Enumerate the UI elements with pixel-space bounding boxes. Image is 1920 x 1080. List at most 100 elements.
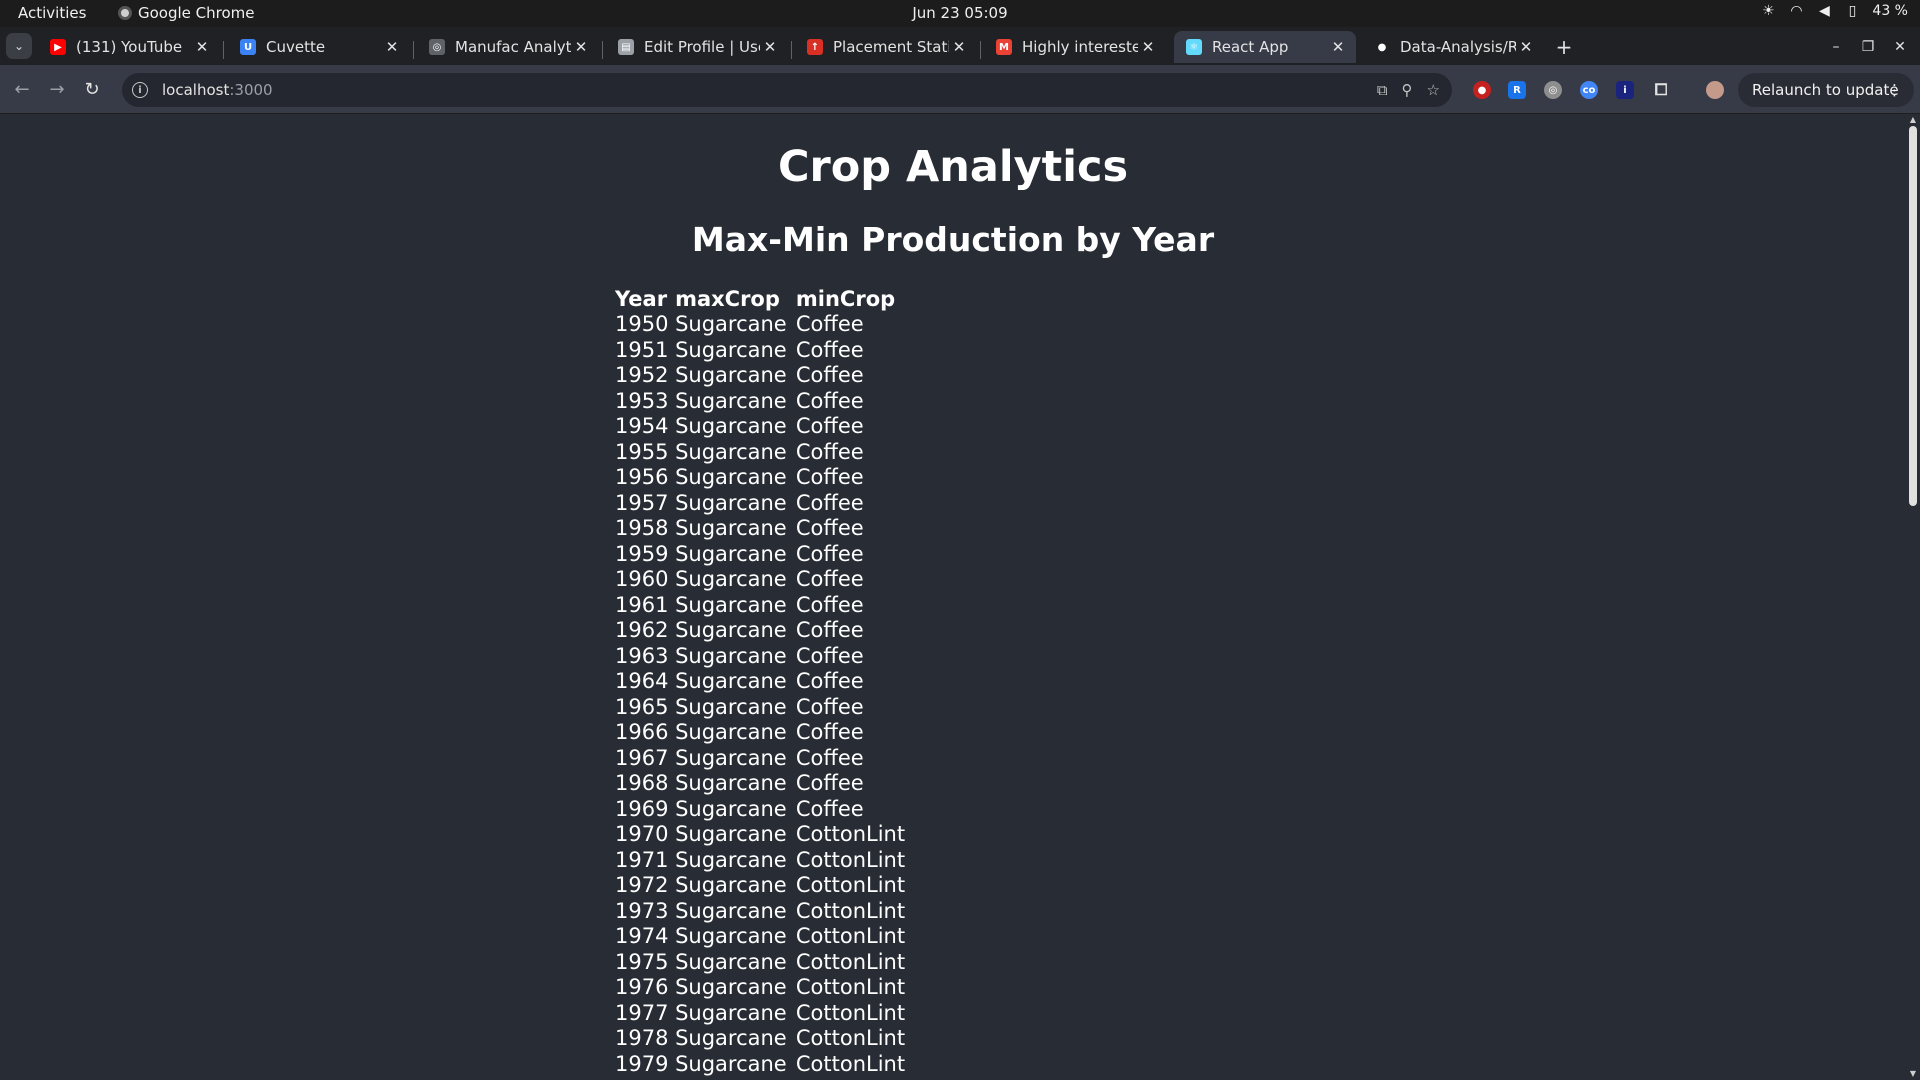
install-app-icon[interactable]: ⧉ [1377,81,1388,99]
system-tray[interactable]: ☀ ◠ ◀ ▯ 43 % [1760,3,1908,19]
app-menu[interactable]: Google Chrome [118,4,255,22]
url-text: localhost:3000 [162,81,273,99]
crop-table: Year maxCrop minCrop 1950 Sugarcane Coffee… [615,286,905,1077]
cell-min-crop: Coffee [795,465,864,489]
browser-tab[interactable]: ⚛ React App ✕ [1174,31,1356,63]
reload-icon: ↻ [84,78,100,100]
cell-min-crop: Coffee [795,363,864,387]
scroll-up-icon[interactable]: ▲ [1908,116,1918,124]
activities-button[interactable]: Activities [18,4,86,22]
cell-year: 1964 [615,669,669,693]
new-tab-button[interactable]: + [1552,35,1576,59]
bookmark-star-icon[interactable]: ☆ [1427,81,1440,99]
table-row: 1971 Sugarcane CottonLint [615,848,905,874]
browser-tab[interactable]: ● Data-Analysis/RE ✕ [1362,31,1544,63]
cell-max-crop: Sugarcane [675,337,787,362]
cell-year: 1970 [615,822,669,846]
table-row: 1962 Sugarcane Coffee [615,618,905,644]
site-info-icon[interactable]: i [132,82,148,98]
url-host: localhost [162,81,230,99]
cell-min-crop: CottonLint [795,924,906,948]
cell-year: 1979 [615,1051,669,1076]
more-menu-icon[interactable]: ⋮ [1887,81,1902,99]
tab-separator [602,41,603,59]
extension-blue-icon[interactable]: co [1580,81,1598,99]
table-row: 1967 Sugarcane Coffee [615,746,905,772]
tab-separator [223,41,224,59]
profile-avatar[interactable] [1706,81,1724,99]
tab-close-icon[interactable]: ✕ [760,37,780,57]
back-button[interactable]: ← [10,77,34,101]
page-content: Crop Analytics Max-Min Production by Yea… [0,114,1906,1080]
arrow-left-icon: ← [14,78,30,100]
cell-max-crop: Sugarcane [675,516,787,540]
cell-min-crop: Coffee [795,337,864,362]
tab-close-icon[interactable]: ✕ [1138,37,1158,57]
table-row: 1974 Sugarcane CottonLint [615,924,905,950]
page-scrollbar[interactable]: ▲ ▼ [1906,114,1920,1080]
extension-navy-icon[interactable]: i [1616,81,1634,99]
table-row: 1951 Sugarcane Coffee [615,338,905,364]
tab-close-icon[interactable]: ✕ [1516,37,1536,57]
reload-button[interactable]: ↻ [80,77,104,101]
clock[interactable]: Jun 23 05:09 [0,4,1920,22]
relaunch-button[interactable]: Relaunch to update ⋮ [1738,73,1914,107]
cell-max-crop: Sugarcane [675,1051,787,1076]
cell-max-crop: Sugarcane [675,949,787,974]
cell-year: 1975 [615,949,669,974]
table-row: 1965 Sugarcane Coffee [615,695,905,721]
cell-min-crop: Coffee [795,745,864,770]
table-row: 1969 Sugarcane Coffee [615,797,905,823]
tab-close-icon[interactable]: ✕ [1328,37,1348,57]
restore-button[interactable]: ❐ [1858,37,1878,57]
scrollbar-thumb[interactable] [1909,126,1917,506]
tab-separator [980,41,981,59]
cell-min-crop: Coffee [795,312,864,336]
cell-max-crop: Sugarcane [675,873,787,897]
close-window-button[interactable]: ✕ [1890,37,1910,57]
forward-button[interactable]: → [45,77,69,101]
cell-year: 1967 [615,745,669,770]
minimize-button[interactable]: – [1826,37,1846,57]
browser-tab[interactable]: M Highly interested ✕ [984,31,1166,63]
extension-r-icon[interactable]: R [1508,81,1526,99]
react-icon: ⚛ [1186,39,1202,55]
cell-year: 1954 [615,414,669,438]
cell-year: 1957 [615,490,669,515]
cell-min-crop: CottonLint [795,1000,906,1025]
tab-close-icon[interactable]: ✕ [192,37,212,57]
extension-red-icon[interactable]: ● [1473,81,1491,99]
table-row: 1968 Sugarcane Coffee [615,771,905,797]
cell-min-crop: CottonLint [795,1051,906,1076]
cell-min-crop: CottonLint [795,873,906,897]
chrome-icon [118,6,132,20]
browser-tab[interactable]: ▶ (131) YouTube ✕ [38,31,220,63]
cell-min-crop: Coffee [795,490,864,515]
gmail-icon: M [996,39,1012,55]
zoom-icon[interactable]: ⚲ [1402,81,1413,99]
chevron-down-icon: ⌄ [13,39,25,53]
cell-max-crop: Sugarcane [675,567,787,591]
tab-close-icon[interactable]: ✕ [571,37,591,57]
extension-gray-icon[interactable]: ◎ [1544,81,1562,99]
extensions-puzzle-icon[interactable]: ⧠ [1652,80,1670,99]
browser-tab[interactable]: ▤ Edit Profile | User✕ [606,31,788,63]
table-row: 1975 Sugarcane CottonLint [615,950,905,976]
tab-close-icon[interactable]: ✕ [949,37,969,57]
cell-max-crop: Sugarcane [675,796,787,821]
cell-max-crop: Sugarcane [675,745,787,770]
scroll-down-icon[interactable]: ▼ [1908,1070,1918,1078]
cell-min-crop: CottonLint [795,949,906,974]
document-icon: ▤ [618,39,634,55]
relaunch-label: Relaunch to update [1752,81,1899,99]
browser-tab[interactable]: ↑ Placement Statist✕ [795,31,977,63]
tab-search-button[interactable]: ⌄ [6,33,32,59]
tab-close-icon[interactable]: ✕ [382,37,402,57]
cell-min-crop: Coffee [795,592,864,617]
browser-tab[interactable]: U Cuvette ✕ [228,31,410,63]
cell-max-crop: Sugarcane [675,643,787,668]
table-row: 1950 Sugarcane Coffee [615,312,905,338]
cell-year: 1973 [615,898,669,923]
address-bar[interactable]: i localhost:3000 ⧉ ⚲ ☆ [122,73,1452,107]
browser-tab[interactable]: ◎ Manufac Analytic✕ [417,31,599,63]
